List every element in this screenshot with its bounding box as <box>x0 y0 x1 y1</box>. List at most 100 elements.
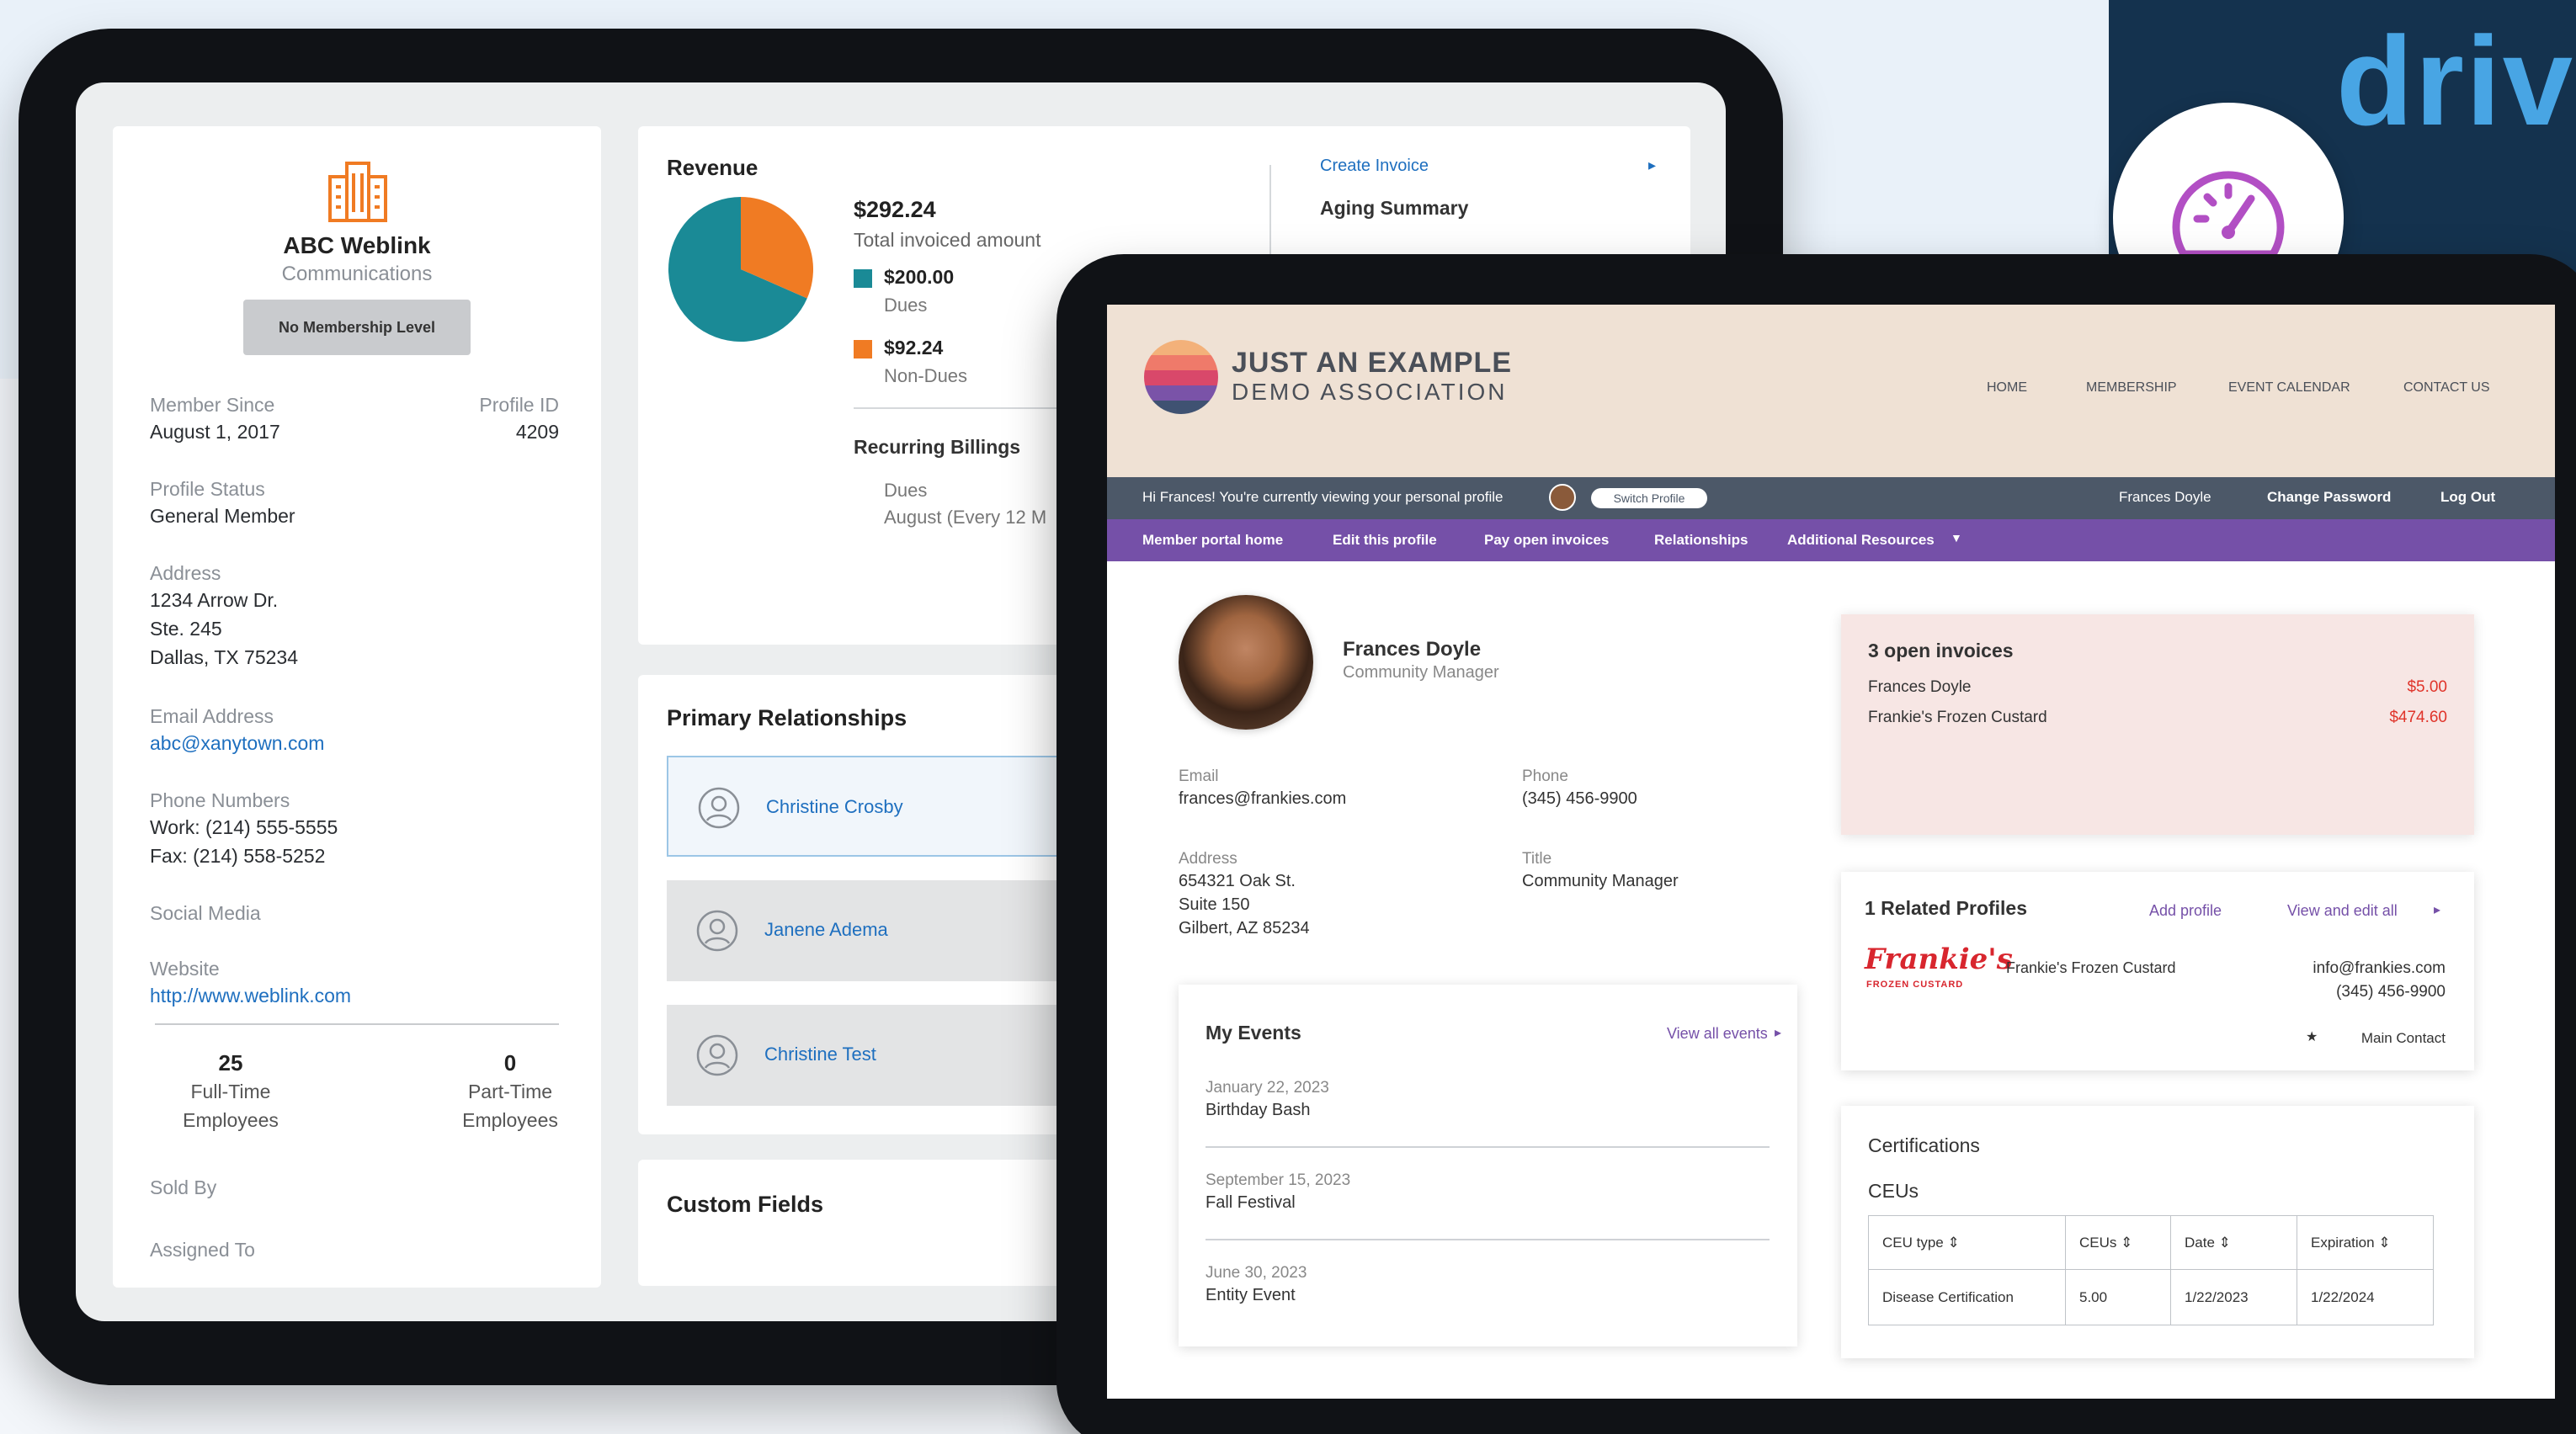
nav-contact-us[interactable]: CONTACT US <box>2403 380 2490 396</box>
profile-id-label: Profile ID <box>479 394 559 416</box>
menu-relationships[interactable]: Relationships <box>1654 532 1748 549</box>
create-invoice-link[interactable]: Create Invoice <box>1320 157 1429 176</box>
invoice-amount[interactable]: $474.60 <box>2389 709 2447 727</box>
related-title: 1 Related Profiles <box>1865 897 2028 919</box>
address-line: Dallas, TX 75234 <box>150 646 299 668</box>
greeting-text: Hi Frances! You're currently viewing you… <box>1142 489 1504 505</box>
divider <box>155 1023 559 1025</box>
menu-member-portal-home[interactable]: Member portal home <box>1142 532 1283 549</box>
nav-membership[interactable]: MEMBERSHIP <box>2086 380 2177 396</box>
divider <box>1206 1239 1770 1240</box>
menu-edit-profile[interactable]: Edit this profile <box>1333 532 1437 549</box>
revenue-title: Revenue <box>667 155 758 180</box>
sold-by-label: Sold By <box>150 1176 217 1198</box>
relationship-name: Janene Adema <box>764 919 888 940</box>
user-icon <box>698 787 740 829</box>
email-link[interactable]: abc@xanytown.com <box>150 729 324 757</box>
user-icon <box>696 1034 738 1076</box>
change-password-link[interactable]: Change Password <box>2267 489 2391 506</box>
association-logo-icon <box>1144 340 1218 414</box>
ceus-subtitle: CEUs <box>1868 1180 1919 1202</box>
table-cell: 1/22/2024 <box>2297 1269 2434 1325</box>
avatar <box>1549 484 1576 511</box>
nav-home[interactable]: HOME <box>1987 380 2027 396</box>
user-icon <box>696 910 738 952</box>
profile-status-value: General Member <box>150 505 295 527</box>
related-company[interactable]: Frankie's Frozen Custard <box>2006 959 2176 977</box>
nondues-label: Non-Dues <box>884 365 968 386</box>
invoices-title: 3 open invoices <box>1868 640 2014 661</box>
table-row: Disease Certification 5.00 1/22/2023 1/2… <box>1868 1269 2434 1325</box>
event-date: September 15, 2023 <box>1206 1171 1351 1189</box>
menu-pay-open-invoices[interactable]: Pay open invoices <box>1484 532 1609 549</box>
building-icon <box>323 158 391 226</box>
phone-work: Work: (214) 555-5555 <box>150 816 338 838</box>
nav-event-calendar[interactable]: EVENT CALENDAR <box>2228 380 2350 396</box>
membership-level-badge: No Membership Level <box>243 300 471 355</box>
company-name: ABC Weblink <box>283 232 431 258</box>
social-media-label: Social Media <box>150 902 261 924</box>
nondues-amount: $92.24 <box>884 337 944 358</box>
event-date: January 22, 2023 <box>1206 1079 1329 1097</box>
events-title: My Events <box>1206 1022 1301 1044</box>
member-since-label: Member Since <box>150 394 275 416</box>
website-label: Website <box>150 958 220 980</box>
brand-wordmark: driv <box>2336 10 2575 151</box>
recurring-billings-title: Recurring Billings <box>854 436 1021 458</box>
profile-photo <box>1179 595 1313 730</box>
column-header[interactable]: Date ⇕ <box>2170 1215 2297 1270</box>
column-header[interactable]: CEUs ⇕ <box>2065 1215 2171 1270</box>
invoice-name: Frankie's Frozen Custard <box>1868 709 2047 726</box>
phone-label: Phone <box>1522 767 1568 785</box>
address-line: Ste. 245 <box>150 618 222 640</box>
fulltime-label: Full-Time <box>190 1081 271 1102</box>
assigned-to-label: Assigned To <box>150 1239 255 1261</box>
related-email: info@frankies.com <box>2313 959 2446 977</box>
member-title: Community Manager <box>1343 663 1499 682</box>
dues-amount: $200.00 <box>884 266 955 288</box>
switch-profile-button[interactable]: Switch Profile <box>1591 488 1707 508</box>
log-out-link[interactable]: Log Out <box>2440 489 2495 506</box>
fulltime-count: 25 <box>218 1050 243 1076</box>
star-icon: ★ <box>2306 1030 2318 1044</box>
add-profile-link[interactable]: Add profile <box>2149 902 2222 920</box>
event-name[interactable]: Fall Festival <box>1206 1193 1296 1213</box>
invoice-amount[interactable]: $5.00 <box>2407 678 2447 697</box>
invoice-name: Frances Doyle <box>1868 678 1972 696</box>
portal-menu-bar: Member portal home Edit this profile Pay… <box>1107 519 2555 561</box>
event-name[interactable]: Birthday Bash <box>1206 1101 1311 1120</box>
related-phone: (345) 456-9900 <box>2336 983 2446 1001</box>
phone-value: (345) 456-9900 <box>1522 789 1637 808</box>
frankies-logo-sub: FROZEN CUSTARD <box>1866 980 1964 990</box>
custom-fields-title: Custom Fields <box>667 1192 824 1217</box>
recurring-schedule: August (Every 12 M <box>884 507 1047 528</box>
column-header[interactable]: CEU type ⇕ <box>1868 1215 2066 1270</box>
website-link[interactable]: http://www.weblink.com <box>150 981 351 1010</box>
certifications-title: Certifications <box>1868 1134 1980 1156</box>
parttime-label: Employees <box>462 1109 558 1131</box>
profile-id-value: 4209 <box>515 421 559 443</box>
email-label: Email <box>1179 767 1219 785</box>
divider <box>1206 1146 1770 1148</box>
company-profile-card: ABC Weblink Communications No Membership… <box>113 126 601 1288</box>
phone-label: Phone Numbers <box>150 789 290 811</box>
dues-legend-swatch <box>854 269 872 288</box>
event-name[interactable]: Entity Event <box>1206 1286 1296 1305</box>
main-contact-label: Main Contact <box>2360 1030 2446 1046</box>
address-line: 1234 Arrow Dr. <box>150 589 279 611</box>
address-line: Suite 150 <box>1179 895 1250 914</box>
phone-fax: Fax: (214) 558-5252 <box>150 845 326 867</box>
address-line: 654321 Oak St. <box>1179 872 1296 890</box>
parttime-count: 0 <box>503 1050 517 1076</box>
view-edit-all-link[interactable]: View and edit all <box>2287 902 2398 920</box>
chevron-right-icon: ▸ <box>1648 157 1657 173</box>
menu-additional-resources[interactable]: Additional Resources <box>1787 532 1935 549</box>
view-all-events-link[interactable]: View all events <box>1667 1025 1768 1043</box>
table-cell: 1/22/2023 <box>2170 1269 2297 1325</box>
open-invoices-card: 3 open invoices Frances Doyle $5.00 Fran… <box>1841 614 2474 835</box>
certifications-card: Certifications CEUs CEU type ⇕ CEUs ⇕ Da… <box>1841 1106 2474 1358</box>
address-label: Address <box>1179 850 1237 868</box>
column-header[interactable]: Expiration ⇕ <box>2297 1215 2434 1270</box>
ceu-table: CEU type ⇕ CEUs ⇕ Date ⇕ Expiration ⇕ Di… <box>1868 1215 2434 1325</box>
table-cell: Disease Certification <box>1868 1269 2066 1325</box>
